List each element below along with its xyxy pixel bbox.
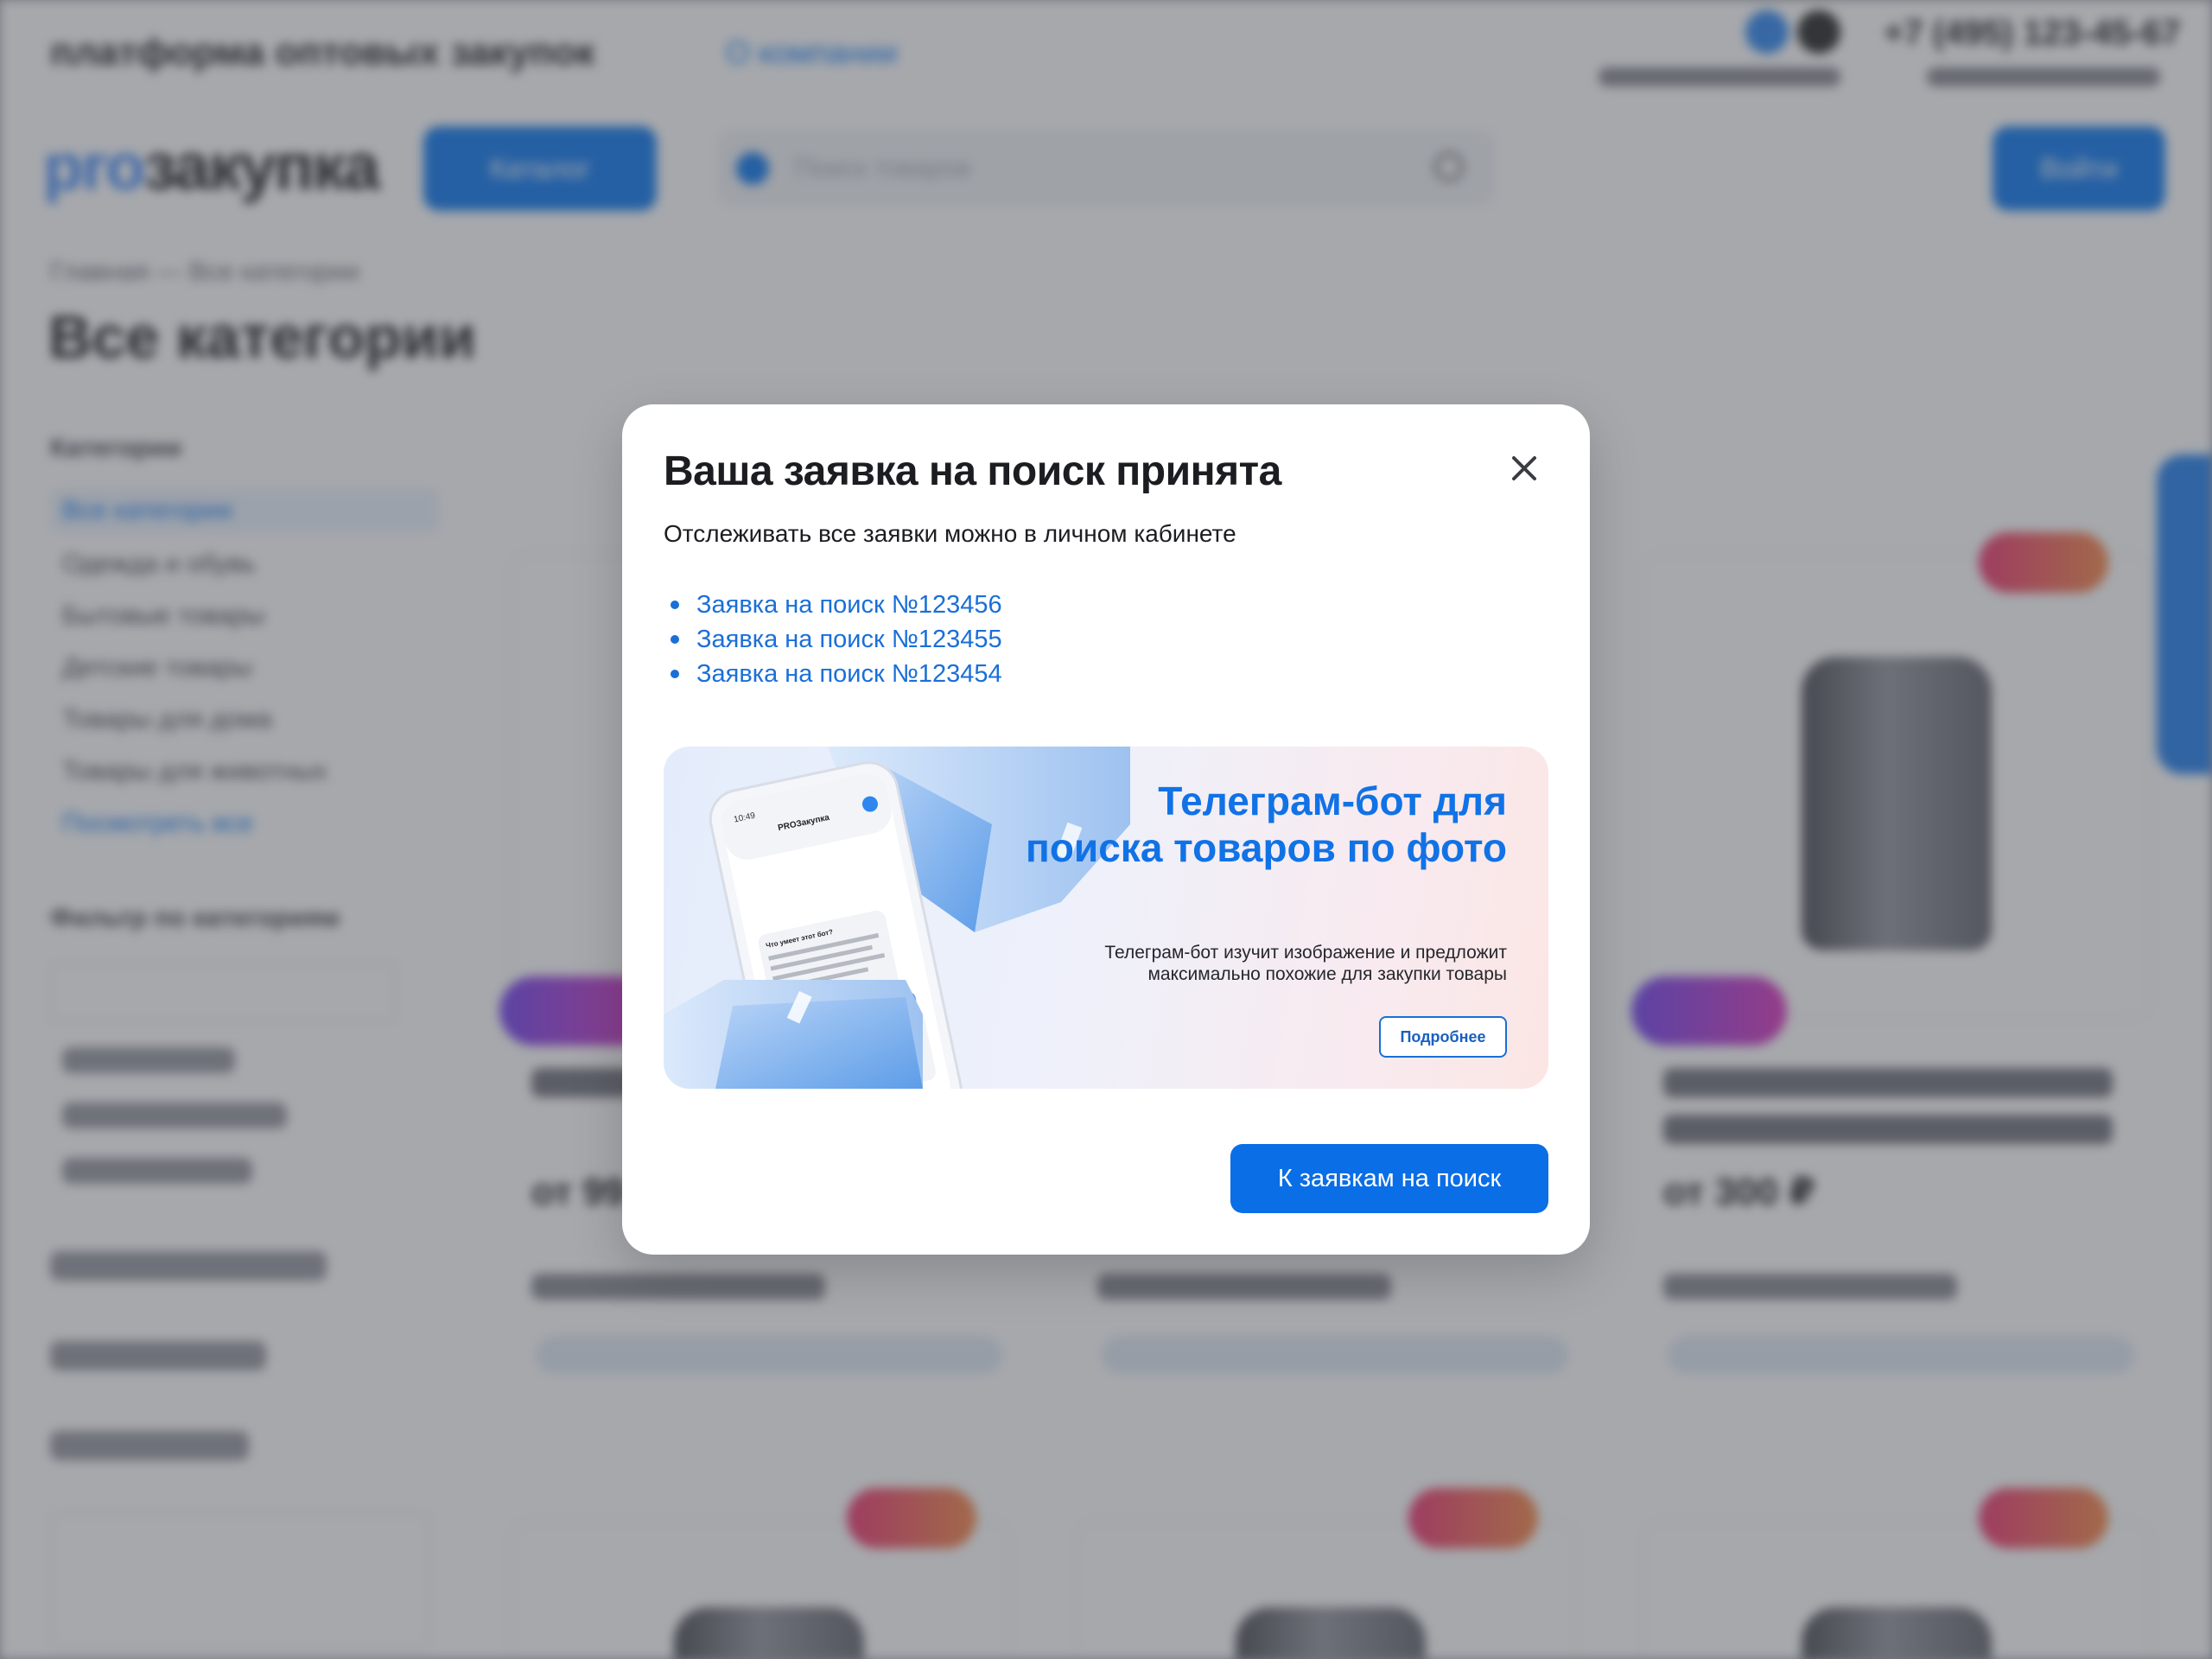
modal-title: Ваша заявка на поиск принята bbox=[664, 448, 1281, 494]
search-request-modal: Ваша заявка на поиск принята Отслеживать… bbox=[622, 404, 1590, 1255]
list-item: Заявка на поиск №123456 bbox=[671, 588, 1002, 622]
request-link[interactable]: Заявка на поиск №123455 bbox=[696, 626, 1002, 654]
bullet-icon bbox=[671, 601, 679, 609]
request-link[interactable]: Заявка на поиск №123454 bbox=[696, 660, 1002, 689]
list-item: Заявка на поиск №123454 bbox=[671, 657, 1002, 691]
request-list: Заявка на поиск №123456 Заявка на поиск … bbox=[671, 588, 1002, 691]
modal-subtitle: Отслеживать все заявки можно в личном ка… bbox=[664, 520, 1236, 547]
bullet-icon bbox=[671, 635, 679, 644]
more-button[interactable]: Подробнее bbox=[1379, 1016, 1507, 1058]
close-icon bbox=[1512, 456, 1536, 480]
telegram-bot-banner[interactable]: 10:49 PROЗакупка Что умеет этот бот? Тел… bbox=[664, 747, 1548, 1089]
banner-text: Телеграм-бот изучит изображение и предло… bbox=[1104, 943, 1507, 984]
request-link[interactable]: Заявка на поиск №123456 bbox=[696, 591, 1002, 620]
close-button[interactable] bbox=[1503, 448, 1545, 489]
list-item: Заявка на поиск №123455 bbox=[671, 622, 1002, 657]
box-shape bbox=[715, 997, 923, 1089]
go-to-requests-button[interactable]: К заявкам на поиск bbox=[1230, 1144, 1548, 1213]
bullet-icon bbox=[671, 670, 679, 678]
banner-title: Телеграм-бот для поиска товаров по фото bbox=[1026, 779, 1507, 870]
